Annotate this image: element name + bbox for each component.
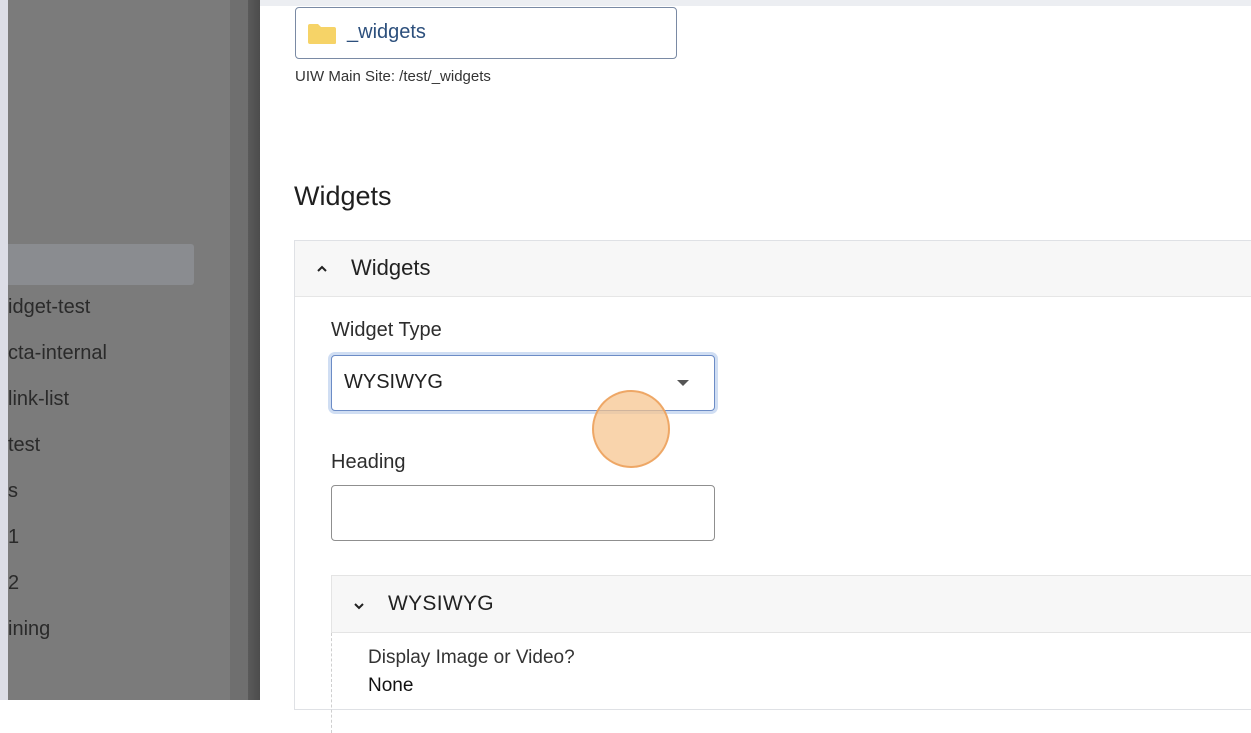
- chevron-up-icon: [317, 265, 327, 272]
- sidebar-item-training[interactable]: ining: [8, 618, 50, 641]
- sidebar-item-test[interactable]: test: [8, 434, 40, 457]
- sidebar-divider: [248, 0, 260, 700]
- widgets-panel-title: Widgets: [351, 255, 431, 280]
- wysiwyg-panel: WYSIWYG Display Image or Video? None: [331, 575, 1251, 733]
- page-left-edge: [0, 0, 8, 700]
- caret-down-icon: [677, 380, 689, 386]
- heading-label: Heading: [331, 451, 406, 473]
- widget-type-value: WYSIWYG: [344, 371, 443, 393]
- folder-icon: [308, 24, 336, 44]
- folder-chooser[interactable]: _widgets: [295, 7, 677, 59]
- wysiwyg-panel-title: WYSIWYG: [388, 592, 494, 615]
- wysiwyg-panel-body: Display Image or Video? None: [331, 633, 1251, 733]
- sidebar-item-selected[interactable]: [8, 244, 194, 285]
- folder-name[interactable]: _widgets: [347, 21, 426, 44]
- sidebar-gutter: [230, 0, 248, 700]
- sidebar-item-cta-internal[interactable]: cta-internal: [8, 342, 107, 365]
- sidebar-item-widget-test[interactable]: idget-test: [8, 296, 90, 319]
- sidebar: idget-test cta-internal link-list test s…: [8, 0, 230, 700]
- widgets-panel: Widgets Widget Type WYSIWYG Heading WYSI…: [294, 240, 1251, 733]
- widget-type-select[interactable]: WYSIWYG: [331, 355, 715, 411]
- heading-input[interactable]: [331, 485, 715, 541]
- wysiwyg-panel-header[interactable]: WYSIWYG: [331, 575, 1251, 633]
- sidebar-item-2[interactable]: 2: [8, 572, 19, 595]
- widgets-panel-header[interactable]: Widgets: [295, 241, 1251, 297]
- main-content: _widgets UIW Main Site: /test/_widgets W…: [260, 6, 1251, 733]
- section-title: Widgets: [294, 181, 392, 211]
- sidebar-item-s[interactable]: s: [8, 480, 18, 503]
- folder-path: UIW Main Site: /test/_widgets: [295, 68, 491, 85]
- display-image-label: Display Image or Video?: [368, 647, 575, 668]
- widget-type-label: Widget Type: [331, 319, 442, 341]
- display-image-value[interactable]: None: [368, 675, 413, 697]
- sidebar-item-1[interactable]: 1: [8, 526, 19, 549]
- sidebar-item-link-list[interactable]: link-list: [8, 388, 69, 411]
- chevron-down-icon: [354, 603, 364, 610]
